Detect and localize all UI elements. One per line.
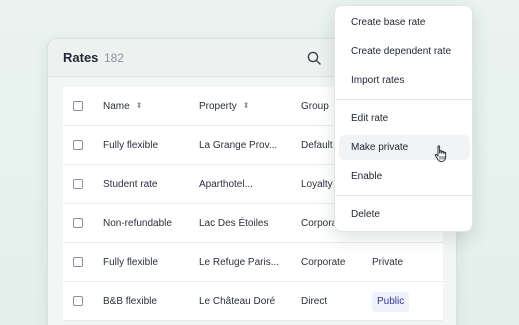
menu-item-enable[interactable]: Enable xyxy=(339,164,470,189)
menu-item-create-dependent-rate[interactable]: Create dependent rate xyxy=(339,39,470,64)
menu-item-delete[interactable]: Delete xyxy=(339,202,470,227)
row-checkbox[interactable] xyxy=(73,218,83,228)
rate-name: Non-refundable xyxy=(103,218,172,229)
menu-item-import-rates[interactable]: Import rates xyxy=(339,68,470,93)
rate-property: Le Refuge Paris... xyxy=(199,257,280,268)
search-icon[interactable] xyxy=(306,50,322,66)
rate-name: B&B flexible xyxy=(103,296,157,307)
rate-actions-menu: Create base rate Create dependent rate I… xyxy=(334,5,473,232)
status-badge: Public xyxy=(372,292,410,312)
rate-group: Corporate xyxy=(301,257,346,268)
menu-item-label: Delete xyxy=(351,209,380,220)
rate-name: Fully flexible xyxy=(103,140,159,151)
menu-item-label: Create base rate xyxy=(351,17,426,28)
rate-name: Student rate xyxy=(103,179,158,190)
hand-pointer-icon xyxy=(433,145,449,163)
sort-icon: ⬍ xyxy=(242,101,250,110)
rate-property: Le Château Doré xyxy=(199,296,276,307)
menu-item-create-base-rate[interactable]: Create base rate xyxy=(339,10,470,35)
table-row[interactable]: Fully flexible Le Refuge Paris... Corpor… xyxy=(63,243,443,282)
visibility-label: Private xyxy=(372,257,404,268)
column-header-name[interactable]: Name ⬍ xyxy=(103,87,142,126)
menu-item-label: Make private xyxy=(351,142,409,153)
column-name-label: Name xyxy=(103,101,130,112)
row-checkbox[interactable] xyxy=(73,140,83,150)
row-checkbox[interactable] xyxy=(73,179,83,189)
rate-group: Loyalty xyxy=(301,179,333,190)
menu-item-label: Enable xyxy=(351,171,383,182)
visibility-cell: Public xyxy=(372,282,410,321)
menu-item-label: Create dependent rate xyxy=(351,46,452,57)
column-property-label: Property xyxy=(199,101,237,112)
menu-item-label: Import rates xyxy=(351,75,405,86)
rate-name: Fully flexible xyxy=(103,257,159,268)
rate-group: Default xyxy=(301,140,333,151)
sort-icon: ⬍ xyxy=(135,101,143,110)
table-row[interactable]: B&B flexible Le Château Doré Direct Publ… xyxy=(63,282,443,321)
rate-property: Aparthotel... xyxy=(199,179,253,190)
row-checkbox[interactable] xyxy=(73,257,83,267)
rate-group: Direct xyxy=(301,296,328,307)
menu-item-make-private[interactable]: Make private xyxy=(339,135,470,160)
rate-property: Lac Des Étoiles xyxy=(199,218,269,229)
rate-property: La Grange Prov... xyxy=(199,140,278,151)
menu-item-label: Edit rate xyxy=(351,113,389,124)
column-header-group[interactable]: Group xyxy=(301,87,329,126)
row-checkbox[interactable] xyxy=(73,296,83,306)
rates-count: 182 xyxy=(104,51,125,65)
menu-item-edit-rate[interactable]: Edit rate xyxy=(339,106,470,131)
page-title: Rates xyxy=(63,50,99,65)
column-header-property[interactable]: Property ⬍ xyxy=(199,87,250,126)
menu-divider xyxy=(335,99,472,100)
select-all-checkbox[interactable] xyxy=(73,101,83,111)
menu-divider xyxy=(335,195,472,196)
